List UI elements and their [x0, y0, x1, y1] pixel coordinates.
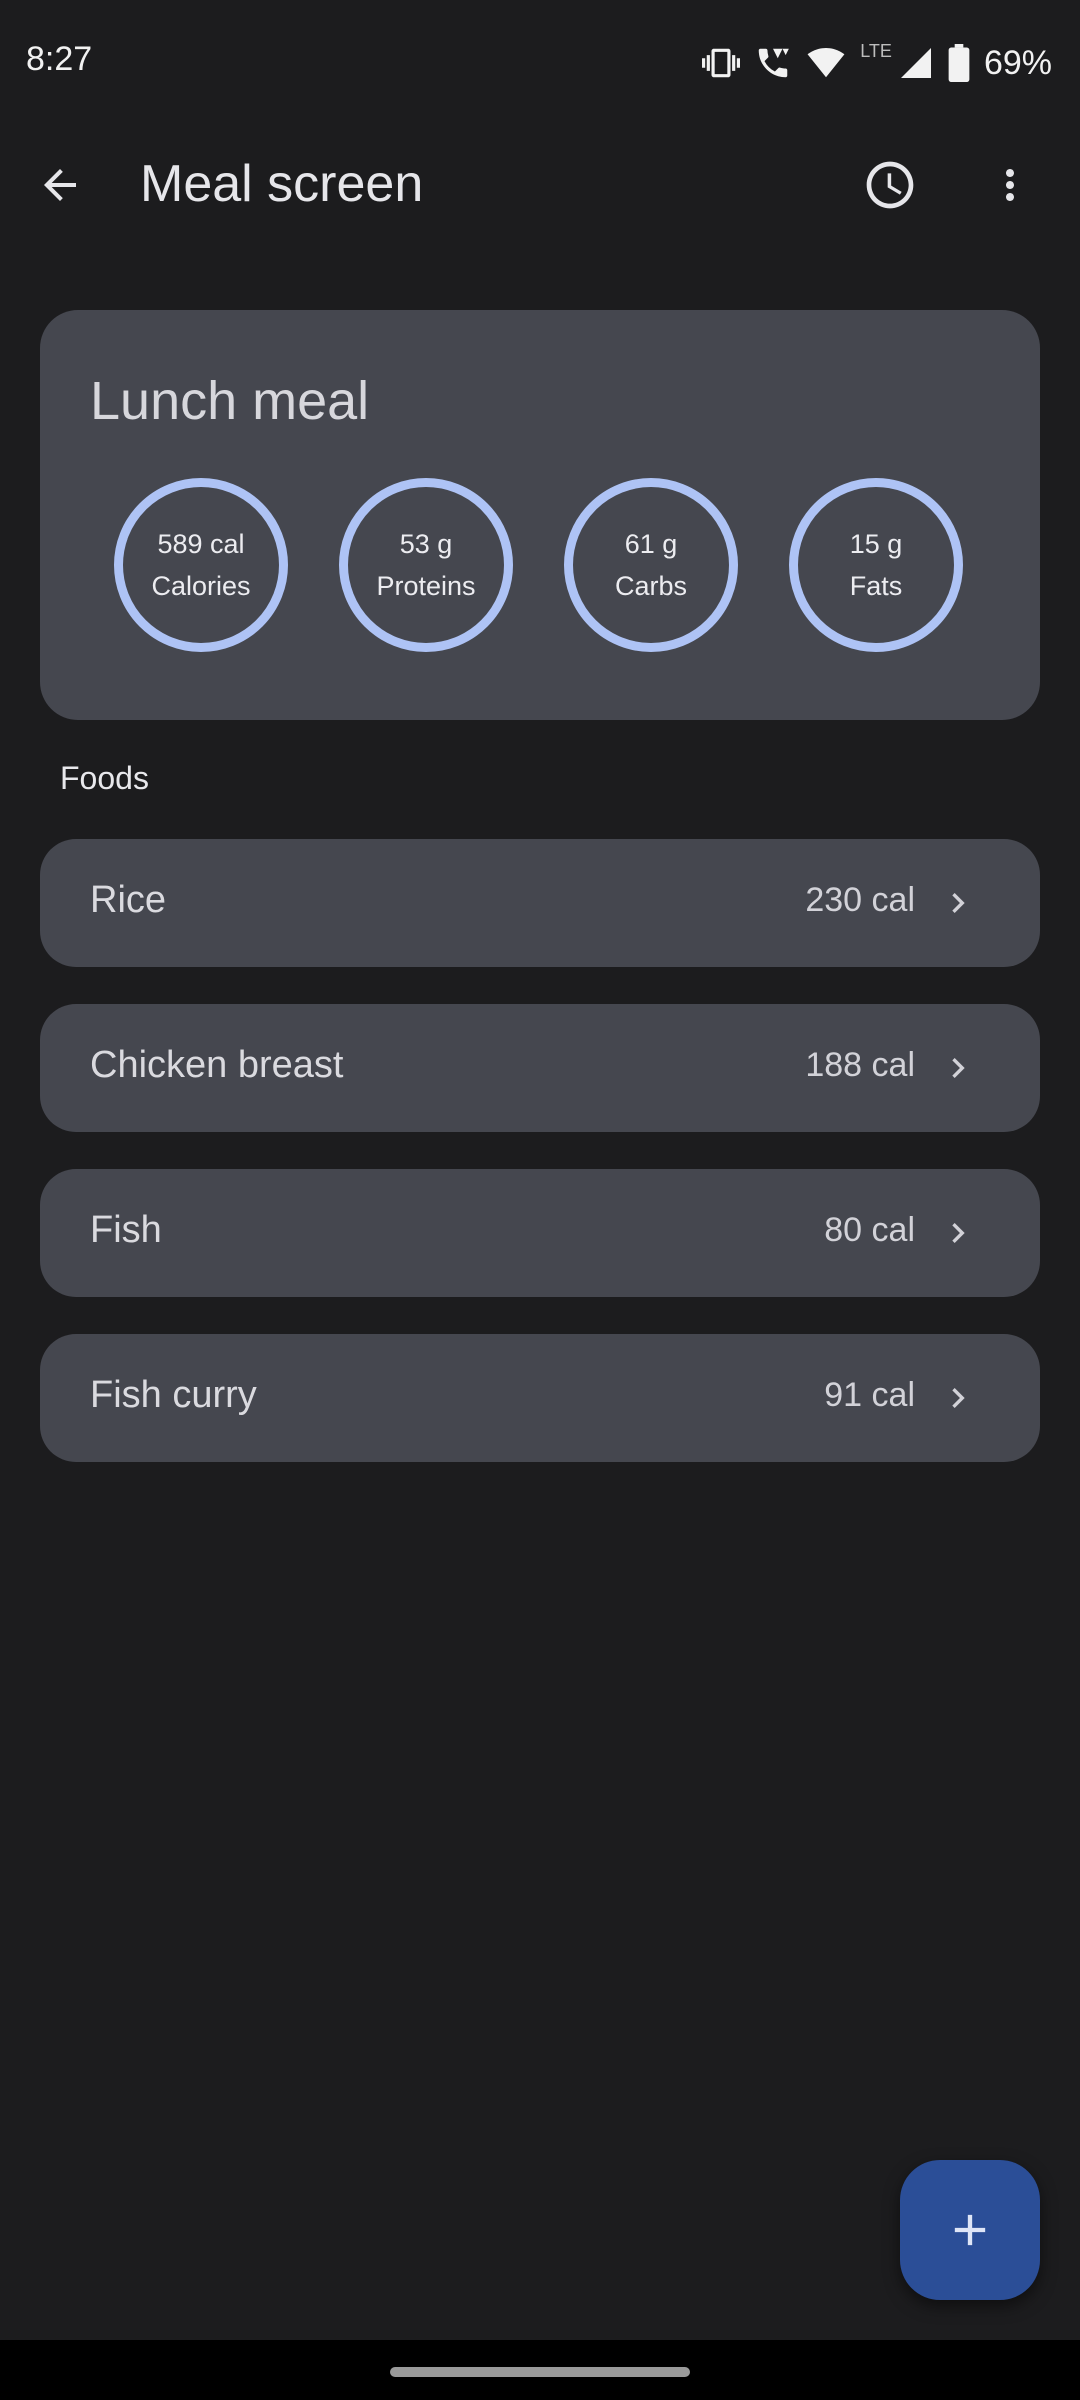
wifi-icon [806, 44, 846, 82]
app-bar: Meal screen [0, 130, 1080, 240]
carbs-ring: 61 g Carbs [564, 478, 738, 652]
food-calories: 188 cal [805, 1046, 915, 1084]
cell-signal-icon [898, 45, 934, 81]
food-calories: 91 cal [824, 1376, 915, 1414]
chevron-right-icon [938, 1213, 978, 1253]
food-name: Rice [90, 879, 167, 921]
back-button[interactable] [30, 155, 90, 215]
proteins-ring: 53 g Proteins [339, 478, 513, 652]
food-item-fish[interactable]: Fish 80 cal [40, 1169, 1040, 1297]
battery-percentage: 69% [983, 43, 1052, 82]
nutrient-label: Calories [151, 571, 251, 601]
status-icons: LTE 69% [702, 38, 1052, 88]
meal-summary-card: Lunch meal 589 cal Calories 53 g Protein… [40, 310, 1040, 720]
status-time: 8:27 [26, 40, 93, 78]
meal-title: Lunch meal [90, 371, 370, 431]
battery-icon [948, 44, 970, 82]
wifi-call-icon [754, 44, 792, 82]
history-clock-icon [866, 161, 914, 209]
chevron-right-icon [938, 1378, 978, 1418]
more-options-button[interactable] [980, 155, 1040, 215]
meal-screen: 8:27 LTE 69% Meal screen Lunch meal 589 … [0, 0, 1080, 2400]
nutrient-value: 15 g [849, 529, 903, 559]
lte-label: LTE [860, 40, 892, 61]
chevron-right-icon [938, 1048, 978, 1088]
food-calories: 80 cal [824, 1211, 915, 1249]
nutrient-label: Carbs [614, 571, 688, 601]
chevron-right-icon [938, 883, 978, 923]
food-calories: 230 cal [805, 881, 915, 919]
navigation-bar [0, 2340, 1080, 2400]
vibrate-icon [702, 44, 741, 82]
add-food-button[interactable] [900, 2160, 1040, 2300]
nutrient-label: Proteins [376, 571, 476, 601]
nutrient-label: Fats [849, 571, 903, 601]
fats-ring: 15 g Fats [789, 478, 963, 652]
more-vert-icon [1006, 169, 1014, 201]
plus-icon [954, 2214, 986, 2246]
food-item-rice[interactable]: Rice 230 cal [40, 839, 1040, 967]
food-item-chicken-breast[interactable]: Chicken breast 188 cal [40, 1004, 1040, 1132]
food-name: Fish curry [90, 1374, 257, 1416]
page-title: Meal screen [140, 155, 424, 213]
calories-ring: 589 cal Calories [114, 478, 288, 652]
back-arrow-icon [44, 169, 76, 201]
food-item-fish-curry[interactable]: Fish curry 91 cal [40, 1334, 1040, 1462]
nutrient-value: 53 g [399, 529, 453, 559]
history-button[interactable] [860, 155, 920, 215]
home-gesture-handle[interactable] [390, 2367, 690, 2377]
food-name: Chicken breast [90, 1044, 344, 1086]
nutrient-value: 61 g [624, 529, 678, 559]
status-bar: 8:27 LTE 69% [0, 0, 1080, 125]
foods-heading: Foods [60, 760, 149, 796]
nutrient-value: 589 cal [157, 529, 245, 559]
food-name: Fish [90, 1209, 162, 1251]
